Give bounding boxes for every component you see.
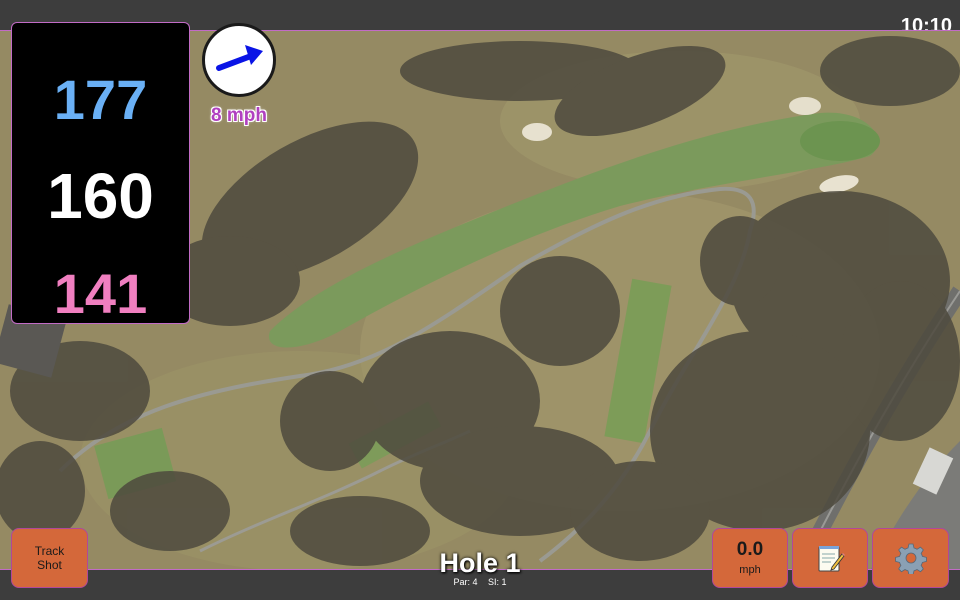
- distance-panel: 177 160 141: [11, 22, 190, 325]
- distance-front: 141: [53, 262, 148, 325]
- hole-par: Par: 4: [453, 577, 478, 587]
- distance-back: 177: [53, 68, 148, 131]
- wind-indicator: [202, 23, 276, 97]
- hole-title: Hole 1: [439, 548, 521, 578]
- hole-info: Hole 1 Par: 4 SI: 1: [400, 548, 560, 587]
- notepad-icon: [818, 546, 845, 572]
- track-shot-label-line2: Shot: [37, 558, 62, 572]
- distance-center: 160: [47, 160, 154, 232]
- track-shot-button[interactable]: Track Shot: [11, 528, 88, 588]
- gear-icon: [894, 543, 927, 574]
- settings-button[interactable]: [872, 528, 949, 588]
- wind-speed-label: 8 mph: [211, 105, 267, 126]
- speed-button[interactable]: 0.0 mph: [712, 528, 788, 588]
- speed-value: 0.0: [736, 539, 764, 560]
- track-shot-label-line1: Track: [34, 544, 65, 558]
- notes-button[interactable]: [792, 528, 868, 588]
- wind-arrow-icon: [216, 45, 263, 71]
- hole-stroke-index: SI: 1: [488, 577, 507, 587]
- hole-meta: Par: 4 SI: 1: [400, 577, 560, 587]
- speed-unit: mph: [739, 564, 761, 576]
